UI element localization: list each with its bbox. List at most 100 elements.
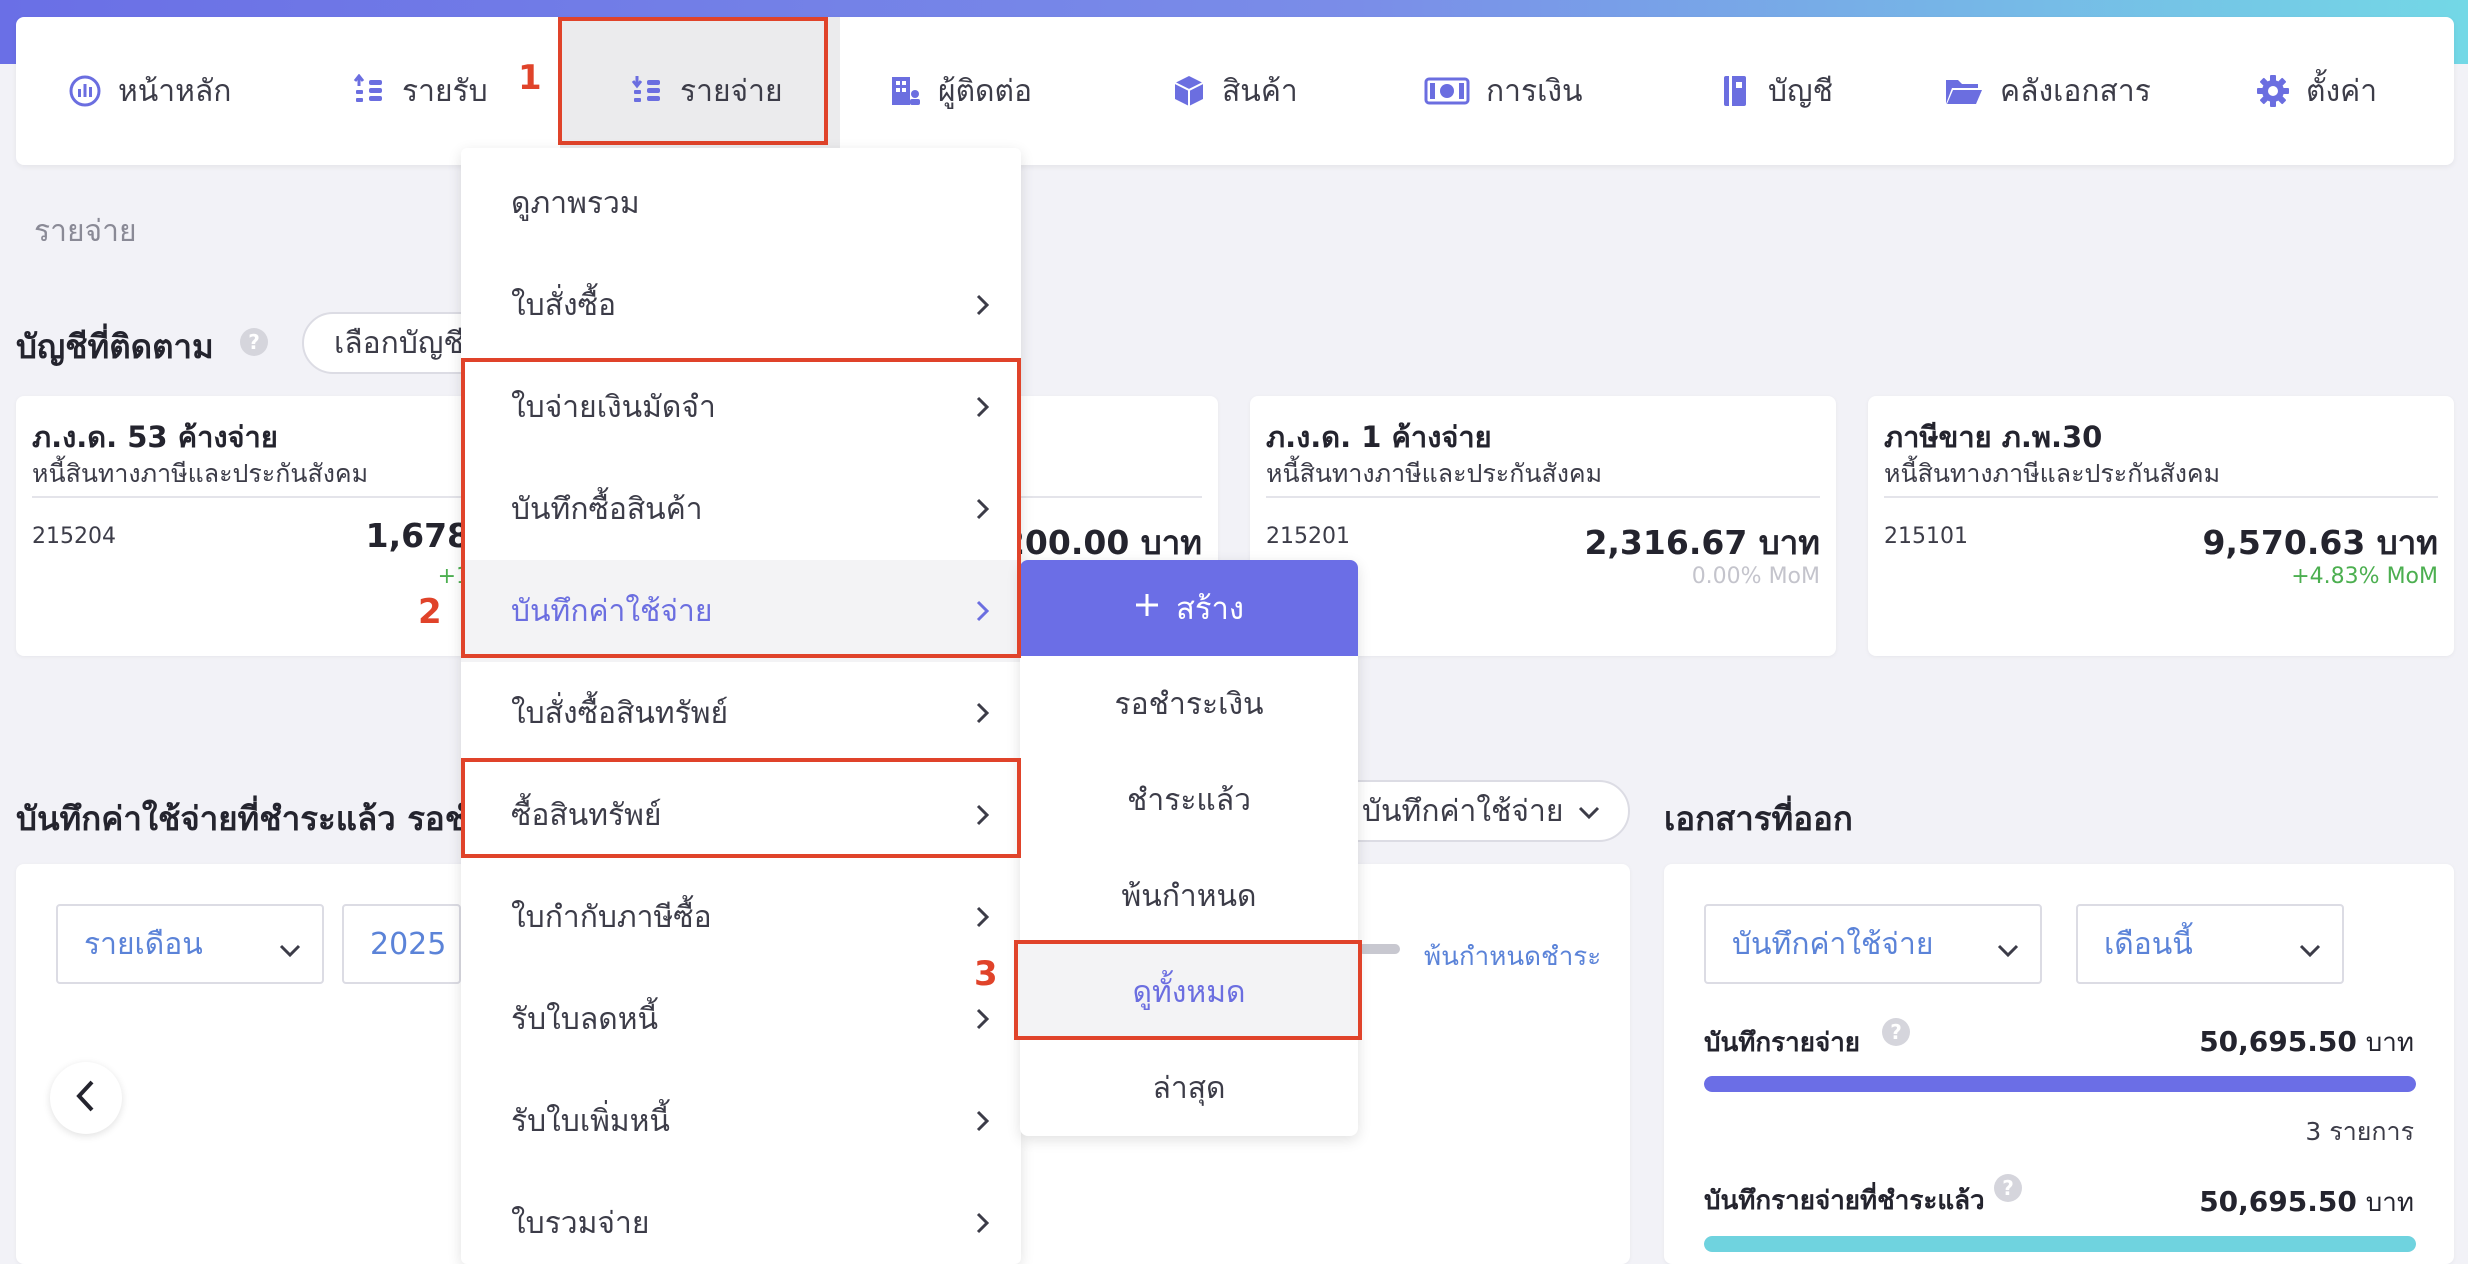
nav-expenses-label: รายจ่าย: [680, 73, 783, 109]
step-number-3: 3: [974, 954, 998, 994]
dropdown-item-label: ใบสั่งซื้อ: [511, 287, 617, 323]
chevron-right-icon: [967, 494, 997, 524]
create-button[interactable]: สร้าง: [1020, 560, 1358, 656]
dropdown-item[interactable]: ใบสั่งซื้อสินทรัพย์: [461, 662, 1021, 764]
dropdown-item-label: บันทึกค่าใช้จ่าย: [511, 593, 713, 629]
nav-documents-label: คลังเอกสาร: [2000, 73, 2151, 109]
dropdown-item-label: ใบกำกับภาษีซื้อ: [511, 899, 712, 935]
dropdown-item[interactable]: บันทึกค่าใช้จ่าย: [461, 560, 1021, 662]
chevron-down-icon: [278, 932, 302, 967]
account-category: หนี้สินทางภาษีและประกันสังคม: [1266, 459, 1603, 488]
period-select[interactable]: รายเดือน: [56, 904, 324, 984]
box-icon: [1172, 74, 1206, 108]
submenu-item[interactable]: พ้นกำหนด: [1020, 848, 1358, 944]
tracked-accounts-title: บัญชีที่ติดตาม: [16, 327, 214, 366]
chevron-right-icon: [967, 392, 997, 422]
nav-contacts[interactable]: ผู้ติดต่อ: [888, 17, 1032, 165]
dropdown-item-label: ใบจ่ายเงินมัดจำ: [511, 389, 716, 425]
create-label: สร้าง: [1175, 591, 1245, 627]
select-account-label: เลือกบัญชี: [334, 325, 464, 361]
submenu-item[interactable]: ดูทั้งหมด: [1020, 944, 1358, 1040]
submenu-item[interactable]: ล่าสุด: [1020, 1040, 1358, 1136]
doc-period-select-value: เดือนนี้: [2104, 926, 2193, 962]
doc-row-amount: 50,695.50: [2199, 1185, 2357, 1218]
issued-docs-title: เอกสารที่ออก: [1664, 799, 1853, 838]
nav-settings-label: ตั้งค่า: [2306, 73, 2378, 109]
chart-pie-icon: [68, 74, 102, 108]
year-select[interactable]: 2025: [342, 904, 461, 984]
dropdown-item[interactable]: รับใบเพิ่มหนี้: [461, 1070, 1021, 1172]
chevron-right-icon: [967, 902, 997, 932]
doc-period-select[interactable]: เดือนนี้: [2076, 904, 2344, 984]
divider: [1266, 496, 1820, 498]
account-mom-change: +4.83% MoM: [2291, 564, 2438, 589]
doc-row-label: บันทึกรายจ่าย: [1704, 1028, 1861, 1058]
expenses-dropdown-menu: ดูภาพรวมใบสั่งซื้อใบจ่ายเงินมัดจำบันทึกซ…: [461, 148, 1021, 1264]
nav-settings[interactable]: ตั้งค่า: [2256, 17, 2377, 165]
building-icon: [888, 74, 922, 108]
doc-row-amount: 50,695.50: [2199, 1025, 2357, 1058]
dropdown-item-label: รับใบเพิ่มหนี้: [511, 1103, 670, 1139]
doc-row-progress: [1704, 1236, 2416, 1252]
prev-button[interactable]: [50, 1062, 122, 1134]
doc-row-amount-wrap: 50,695.50 บาท: [2199, 1022, 2414, 1063]
divider: [1884, 496, 2438, 498]
dropdown-item[interactable]: ใบกำกับภาษีซื้อ: [461, 866, 1021, 968]
progress-fill: [1704, 1076, 2416, 1092]
dropdown-item[interactable]: รับใบลดหนี้: [461, 968, 1021, 1070]
chevron-right-icon: [967, 1208, 997, 1238]
chevron-right-icon: [967, 290, 997, 320]
nav-products[interactable]: สินค้า: [1172, 17, 1298, 165]
account-category: หนี้สินทางภาษีและประกันสังคม: [1884, 459, 2221, 488]
nav-finance-label: การเงิน: [1486, 73, 1583, 109]
account-code: 215204: [32, 524, 116, 549]
account-code: 215101: [1884, 524, 1968, 549]
doc-row-amount-wrap: 50,695.50 บาท: [2199, 1182, 2414, 1223]
help-icon[interactable]: ?: [1994, 1174, 2022, 1202]
account-category: หนี้สินทางภาษีและประกันสังคม: [32, 459, 369, 488]
doc-type-select[interactable]: บันทึกค่าใช้จ่าย: [1704, 904, 2042, 984]
dropdown-item[interactable]: ใบสั่งซื้อ: [461, 254, 1021, 356]
dropdown-item[interactable]: บันทึกซื้อสินค้า: [461, 458, 1021, 560]
nav-home[interactable]: หน้าหลัก: [68, 17, 231, 165]
submenu-item[interactable]: รอชำระเงิน: [1020, 656, 1358, 752]
doc-row-label: บันทึกรายจ่ายที่ชำระแล้ว: [1704, 1186, 1985, 1216]
dropdown-item[interactable]: ซื้อสินทรัพย์: [461, 764, 1021, 866]
account-mom-change: 0.00% MoM: [1691, 564, 1820, 589]
chevron-right-icon: [967, 1004, 997, 1034]
account-amount: 2,316.67 บาท: [1584, 523, 1820, 562]
dropdown-item-label: บันทึกซื้อสินค้า: [511, 491, 703, 527]
legend-overdue[interactable]: พ้นกำหนดชำระ: [1424, 936, 1601, 977]
coins-down-icon: [630, 74, 664, 108]
main-navbar: หน้าหลัก รายรับ รายจ่าย ผู้ติดต่อ สินค้า…: [16, 17, 2454, 165]
breadcrumb: รายจ่าย: [34, 214, 137, 249]
account-card[interactable]: ภ.ง.ด. 53 ค้างจ่าย หนี้สินทางภาษีและประก…: [16, 396, 486, 656]
divider: [1000, 496, 1202, 498]
help-icon[interactable]: ?: [1882, 1018, 1910, 1046]
coins-up-icon: [352, 74, 386, 108]
nav-documents[interactable]: คลังเอกสาร: [1944, 17, 2151, 165]
nav-contacts-label: ผู้ติดต่อ: [938, 73, 1033, 109]
nav-accounting[interactable]: บัญชี: [1718, 17, 1833, 165]
doc-row-unit: บาท: [2365, 1028, 2414, 1058]
chevron-down-icon: [1577, 794, 1601, 829]
chevron-right-icon: [967, 596, 997, 626]
gear-icon: [2256, 74, 2290, 108]
submenu-item[interactable]: ชำระแล้ว: [1020, 752, 1358, 848]
dropdown-item[interactable]: ใบจ่ายเงินมัดจำ: [461, 356, 1021, 458]
nav-expenses[interactable]: รายจ่าย: [560, 17, 840, 165]
chevron-right-icon: [967, 1106, 997, 1136]
help-icon[interactable]: ?: [240, 328, 268, 356]
chevron-right-icon: [967, 698, 997, 728]
dropdown-item[interactable]: ดูภาพรวม: [461, 152, 1021, 254]
nav-income[interactable]: รายรับ: [352, 17, 488, 165]
year-select-value: 2025: [370, 926, 447, 962]
step-number-1: 1: [518, 58, 542, 98]
chevron-left-icon: [75, 1079, 97, 1117]
dropdown-item[interactable]: ใบรวมจ่าย: [461, 1172, 1021, 1264]
dropdown-item-label: ใบสั่งซื้อสินทรัพย์: [511, 695, 729, 731]
dropdown-item-label: ดูภาพรวม: [511, 185, 640, 221]
nav-finance[interactable]: การเงิน: [1424, 17, 1583, 165]
account-card[interactable]: ภาษีขาย ภ.พ.30 หนี้สินทางภาษีและประกันสั…: [1868, 396, 2454, 656]
expenses-section-title: บันทึกค่าใช้จ่ายที่ชำระแล้ว รอชำ: [16, 799, 461, 838]
